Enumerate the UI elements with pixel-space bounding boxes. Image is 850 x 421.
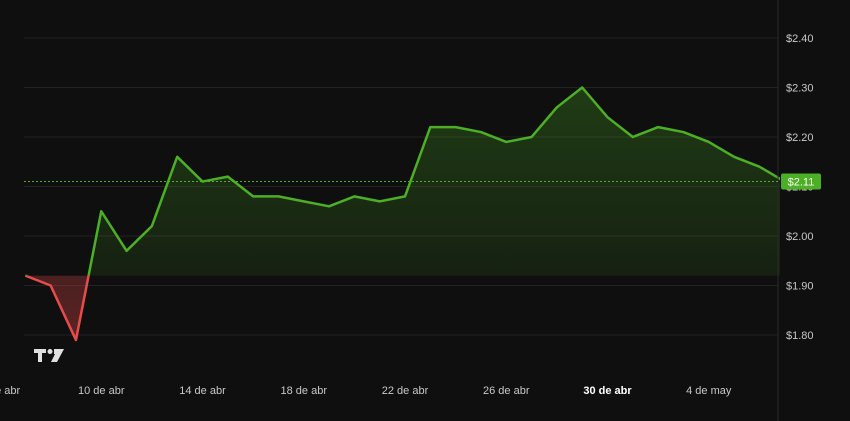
data-point[interactable]	[756, 164, 762, 170]
current-price-badge: $2.11	[781, 173, 821, 190]
data-point[interactable]	[731, 154, 737, 160]
data-point[interactable]	[250, 193, 256, 199]
data-point[interactable]	[98, 208, 104, 214]
x-tick-label: 6 de abr	[0, 385, 21, 397]
data-point[interactable]	[22, 273, 28, 279]
y-tick-label: $1.80	[786, 330, 814, 342]
data-point[interactable]	[630, 134, 636, 140]
data-point[interactable]	[605, 114, 611, 120]
data-point[interactable]	[326, 203, 332, 209]
x-tick-label: 18 de abr	[281, 385, 328, 397]
y-tick-label: $2.00	[786, 231, 814, 243]
y-tick-label: $2.30	[786, 83, 814, 95]
x-tick-label: 14 de abr	[179, 385, 226, 397]
data-point[interactable]	[124, 248, 130, 254]
data-point[interactable]	[275, 193, 281, 199]
area-fill-above-baseline	[25, 87, 780, 276]
data-point[interactable]	[377, 198, 383, 204]
data-point[interactable]	[529, 134, 535, 140]
data-point[interactable]	[503, 139, 509, 145]
y-tick-label: $2.20	[786, 132, 814, 144]
data-point[interactable]	[655, 124, 661, 130]
data-point[interactable]	[680, 129, 686, 135]
time-axis[interactable]: 6 de abr 10 de abr 14 de abr 18 de abr 22 de…	[0, 385, 732, 397]
data-point[interactable]	[478, 129, 484, 135]
data-point[interactable]	[174, 154, 180, 160]
data-point[interactable]	[554, 104, 560, 110]
data-point[interactable]	[402, 193, 408, 199]
x-tick-label: 4 de may	[686, 385, 732, 397]
data-point[interactable]	[706, 139, 712, 145]
data-point[interactable]	[453, 124, 459, 130]
x-tick-label: 26 de abr	[483, 385, 530, 397]
area-fill	[25, 87, 780, 340]
data-point[interactable]	[149, 223, 155, 229]
data-point[interactable]	[579, 85, 585, 91]
data-point[interactable]	[427, 124, 433, 130]
y-tick-label: $2.40	[786, 33, 814, 45]
x-tick-label: 22 de abr	[382, 385, 429, 397]
y-tick-label: $1.90	[786, 281, 814, 293]
x-tick-label: 30 de abr	[583, 385, 632, 397]
tradingview-logo[interactable]	[34, 349, 64, 362]
data-point[interactable]	[351, 193, 357, 199]
current-price-label: $2.11	[788, 177, 815, 189]
price-chart[interactable]: $1.80$1.90$2.00$2.10$2.20$2.30$2.40 6 de…	[0, 0, 850, 421]
x-tick-label: 10 de abr	[78, 385, 125, 397]
data-point[interactable]	[225, 174, 231, 180]
data-point[interactable]	[301, 198, 307, 204]
data-point[interactable]	[73, 337, 79, 343]
data-point[interactable]	[48, 283, 54, 289]
